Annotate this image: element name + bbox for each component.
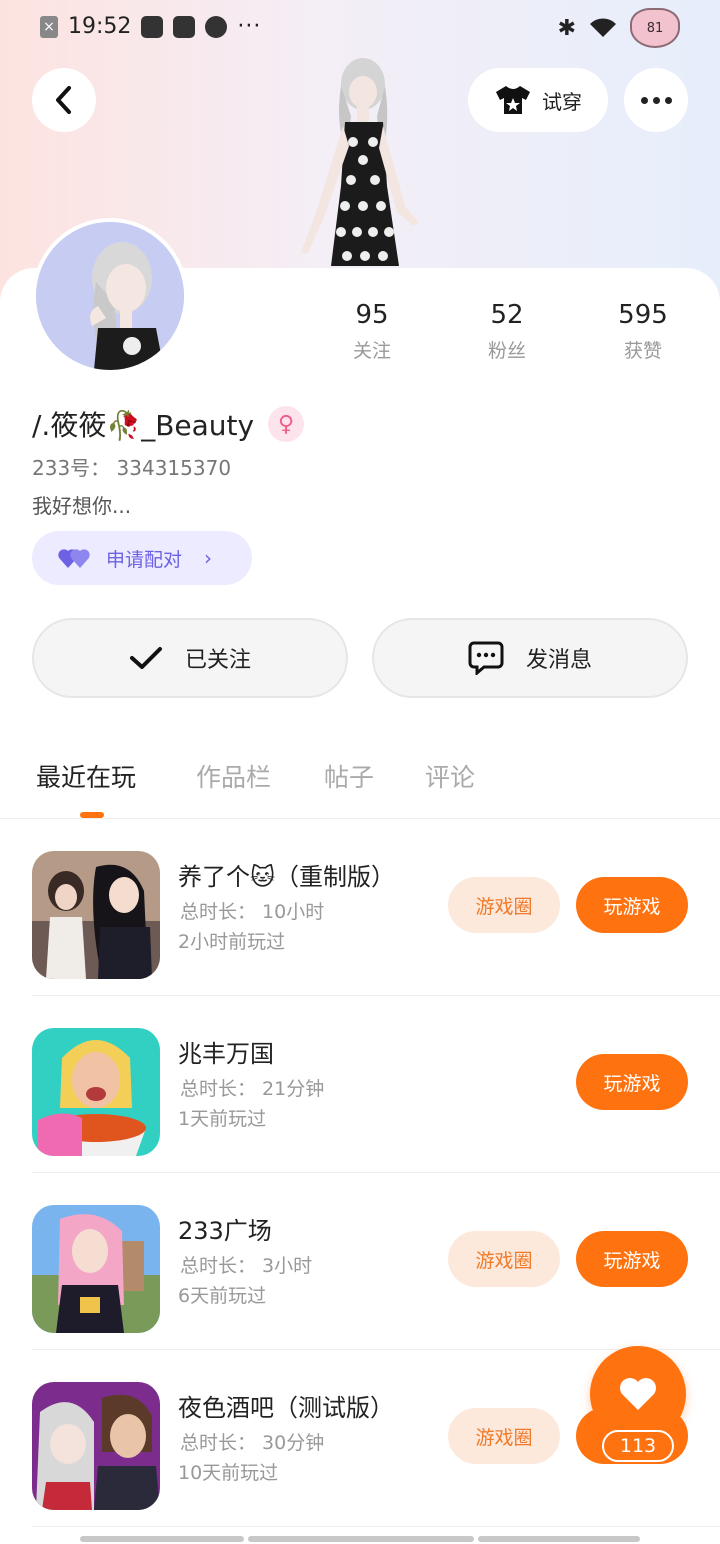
clock: 19:52	[68, 14, 132, 39]
avatar[interactable]	[32, 218, 188, 374]
scroll-indicator	[248, 1536, 474, 1542]
female-gender-icon: ♀	[268, 406, 305, 442]
speed-notification-icon	[205, 15, 228, 38]
game-cover-image	[32, 1382, 160, 1510]
try-on-button[interactable]: 试穿	[468, 68, 608, 132]
status-bar: × 19:52 ··· ✱ 81	[0, 0, 720, 56]
stat-following[interactable]: 95 关注	[322, 300, 422, 363]
game-cover-image	[32, 851, 160, 979]
bluetooth-icon: ✱	[557, 15, 576, 41]
battery-icon: 81	[630, 8, 680, 48]
username: /.筱筱🥀_Beauty	[32, 409, 255, 442]
row-divider	[32, 1526, 720, 1527]
game-cover-image	[32, 1028, 160, 1156]
app-notification-icon	[141, 15, 164, 38]
chevron-right-icon: ›	[204, 546, 213, 570]
game-cover-image	[32, 1205, 160, 1333]
stat-followers-label: 粉丝	[487, 340, 526, 362]
game-icon[interactable]	[32, 1028, 160, 1156]
scroll-indicator	[80, 1536, 244, 1542]
mail-notification-icon	[173, 15, 196, 38]
stat-likes-value: 595	[618, 300, 668, 330]
play-game-button[interactable]: 玩游戏	[576, 1054, 688, 1110]
request-pair-label: 申请配对	[106, 548, 183, 571]
like-button[interactable]	[590, 1346, 686, 1442]
game-row[interactable]: 养了个🐱（重制版） 总时长： 10小时 2小时前玩过 游戏圈 玩游戏	[0, 819, 720, 996]
scroll-indicator	[478, 1536, 640, 1542]
game-circle-button[interactable]: 游戏圈	[448, 1231, 560, 1287]
avatar-3d-figure[interactable]	[295, 56, 425, 268]
game-duration: 总时长： 10小时	[180, 901, 325, 923]
more-notifications-icon: ···	[237, 14, 262, 39]
tab-comments[interactable]: 评论	[425, 758, 475, 794]
stat-followers[interactable]: 52 粉丝	[457, 300, 557, 363]
send-message-label: 发消息	[525, 648, 592, 673]
tab-works[interactable]: 作品栏	[196, 758, 271, 794]
play-game-button[interactable]: 玩游戏	[576, 1231, 688, 1287]
stat-following-value: 95	[355, 300, 389, 330]
profile-tabs: 最近在玩 作品栏 帖子 评论	[0, 752, 720, 818]
play-game-button[interactable]: 玩游戏	[576, 877, 688, 933]
user-bio: 我好想你...	[32, 494, 132, 518]
stat-followers-value: 52	[490, 300, 524, 330]
avatar-portrait-image	[36, 222, 184, 370]
double-heart-icon	[58, 549, 90, 568]
game-last-played: 10天前玩过	[178, 1462, 279, 1484]
game-title: 233广场	[178, 1217, 272, 1245]
request-pair-button[interactable]: 申请配对 ›	[32, 531, 252, 585]
game-last-played: 6天前玩过	[178, 1285, 267, 1307]
game-last-played: 2小时前玩过	[178, 931, 286, 953]
following-label: 已关注	[184, 648, 251, 673]
game-title: 兆丰万国	[178, 1040, 274, 1068]
game-duration: 总时长： 21分钟	[180, 1078, 325, 1100]
game-title: 养了个🐱（重制版）	[178, 863, 396, 891]
more-options-button[interactable]	[624, 68, 688, 132]
username-row: /.筱筱🥀_Beauty ♀	[32, 404, 305, 444]
more-dot-icon	[652, 96, 660, 104]
check-icon	[129, 647, 162, 669]
game-icon[interactable]	[32, 1382, 160, 1510]
game-last-played: 1天前玩过	[178, 1108, 267, 1130]
tab-posts[interactable]: 帖子	[324, 758, 374, 794]
tshirt-icon	[496, 86, 530, 114]
close-notification-icon: ×	[40, 15, 58, 38]
more-dot-icon	[664, 96, 672, 104]
battery-level: 81	[646, 20, 664, 36]
back-button[interactable]	[32, 68, 96, 132]
chat-bubble-icon	[468, 641, 504, 675]
game-duration: 总时长： 30分钟	[180, 1432, 325, 1454]
wifi-icon	[590, 18, 616, 37]
send-message-button[interactable]: 发消息	[372, 618, 688, 698]
following-button[interactable]: 已关注	[32, 618, 348, 698]
more-dot-icon	[640, 96, 648, 104]
tab-recently-played[interactable]: 最近在玩	[36, 758, 136, 794]
game-circle-button[interactable]: 游戏圈	[448, 877, 560, 933]
stat-following-label: 关注	[352, 340, 391, 362]
game-icon[interactable]	[32, 851, 160, 979]
try-on-label: 试穿	[542, 89, 582, 114]
game-row[interactable]: 兆丰万国 总时长： 21分钟 1天前玩过 玩游戏	[0, 996, 720, 1173]
stat-likes[interactable]: 595 获赞	[593, 300, 693, 363]
game-title: 夜色酒吧（测试版）	[178, 1394, 394, 1422]
game-row[interactable]: 233广场 总时长： 3小时 6天前玩过 游戏圈 玩游戏	[0, 1173, 720, 1350]
user-id: 233号： 334315370	[32, 456, 232, 480]
game-duration: 总时长： 3小时	[180, 1255, 313, 1277]
game-circle-button[interactable]: 游戏圈	[448, 1408, 560, 1464]
profile-stats: 95 关注 52 粉丝 595 获赞	[300, 300, 700, 370]
game-icon[interactable]	[32, 1205, 160, 1333]
stat-likes-label: 获赞	[623, 340, 662, 362]
heart-icon	[620, 1378, 656, 1410]
like-count-badge: 113	[602, 1430, 674, 1462]
chevron-left-icon	[56, 86, 71, 114]
